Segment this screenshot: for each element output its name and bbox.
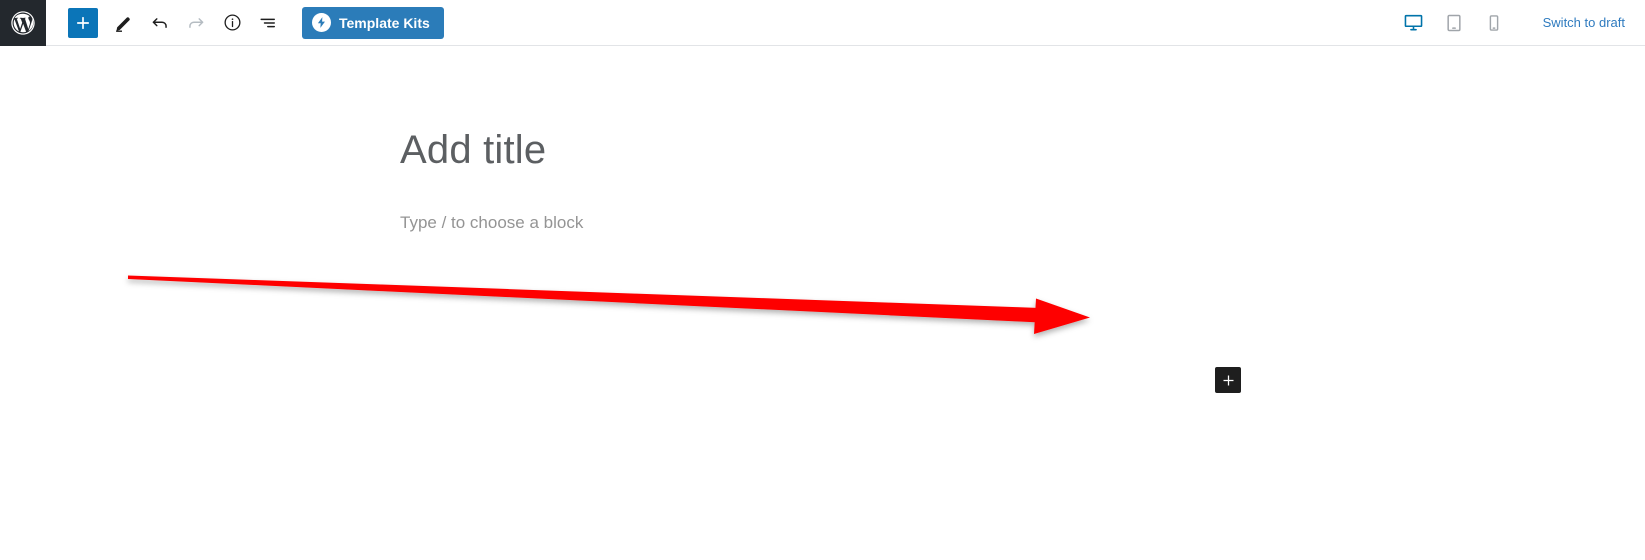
desktop-icon <box>1403 12 1424 33</box>
pencil-icon <box>113 12 135 34</box>
details-button[interactable] <box>214 5 250 41</box>
wordpress-icon <box>9 9 37 37</box>
device-preview-mobile-button[interactable] <box>1477 6 1511 40</box>
header-right-toolbar: Switch to draft <box>1397 0 1645 46</box>
undo-icon <box>149 12 171 34</box>
list-view-button[interactable] <box>250 5 286 41</box>
header-left-toolbar: Template Kits <box>46 0 444 46</box>
list-view-icon <box>257 12 279 34</box>
mobile-icon <box>1485 14 1503 32</box>
redo-icon <box>185 12 207 34</box>
device-preview-desktop-button[interactable] <box>1397 6 1431 40</box>
tablet-icon <box>1444 13 1464 33</box>
device-preview-tablet-button[interactable] <box>1437 6 1471 40</box>
tools-button[interactable] <box>106 5 142 41</box>
switch-to-draft-link[interactable]: Switch to draft <box>1537 15 1631 30</box>
editor-header: Template Kits Switch to draft <box>0 0 1645 46</box>
template-kits-button[interactable]: Template Kits <box>302 6 444 39</box>
info-icon <box>222 12 243 33</box>
post-title-input[interactable]: Add title <box>400 126 1200 174</box>
template-kits-label: Template Kits <box>339 14 430 31</box>
default-block-appender[interactable]: Type / to choose a block <box>400 210 1200 236</box>
block-editor-root: Template Kits Switch to draft Add title … <box>0 0 1645 560</box>
envato-bolt-icon <box>312 13 331 32</box>
plus-icon <box>1221 373 1236 388</box>
annotation-arrow <box>128 275 1090 334</box>
redo-button[interactable] <box>178 5 214 41</box>
plus-icon <box>73 13 93 33</box>
editor-canvas: Add title Type / to choose a block <box>0 46 1645 560</box>
wordpress-logo-button[interactable] <box>0 0 46 46</box>
add-block-button[interactable] <box>68 7 98 38</box>
floating-block-inserter-button[interactable] <box>1215 367 1241 393</box>
undo-button[interactable] <box>142 5 178 41</box>
